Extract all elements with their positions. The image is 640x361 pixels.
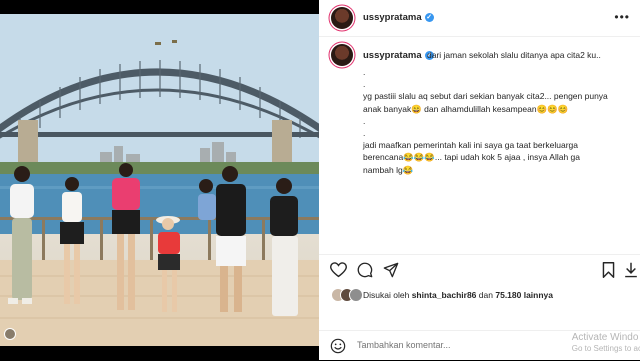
watermark-line-2: Go to Settings to ac [571,344,640,353]
comment-input[interactable] [357,340,557,350]
post-header: ussypratama ✓ ••• [319,0,640,37]
liker-avatar[interactable] [349,288,363,302]
post-photo[interactable] [0,14,319,346]
tag-icon[interactable] [4,328,16,340]
caption-line: nambah lg😂 [363,164,414,175]
comment-icon[interactable] [357,262,373,278]
share-icon[interactable] [383,262,399,278]
likes-middle: dan [478,290,493,300]
emoji-icon[interactable] [330,338,346,354]
instagram-post-view: ussypratama ✓ ••• ussypratama ✓ dari jaman… [0,0,640,360]
action-bar [319,254,640,285]
verified-badge-icon: ✓ [424,12,434,22]
caption-username[interactable]: ussypratama [363,50,422,61]
liker-avatars[interactable] [331,288,363,304]
caption-author[interactable]: ussypratama ✓ [363,50,434,61]
caption-line: berencana😂😂😂... tapi udah kok 5 ajaa , i… [363,152,580,163]
post-media-panel [0,0,319,360]
heart-icon[interactable] [330,262,347,278]
download-icon[interactable] [624,262,638,278]
liker-username[interactable]: shintа_bachir86 [412,290,477,300]
likes-summary: Disukai oleh shintа_bachir86 dan 75.180 … [331,288,631,302]
likes-count[interactable]: 75.180 lainnya [495,290,553,300]
watermark-line-1: Activate Windo [571,332,639,343]
windows-activation-watermark: Activate Windo Go to Settings to ac [572,332,640,354]
post-details-panel: ussypratama ✓ ••• ussypratama ✓ dari jaman… [319,0,640,360]
caption-line: . [363,67,366,77]
avatar[interactable] [331,7,353,29]
caption-line: yg pastiii slalu aq sebut dari sekian ba… [363,91,608,102]
caption-line: . [363,128,366,139]
photo-scene [0,14,319,346]
likes-prefix: Disukai oleh [363,290,410,300]
caption-first-line: dari jaman sekolah slalu ditanya apa cit… [427,50,601,60]
caption-line: anak banyak😄 dan alhamdulillah kesampean… [363,103,569,114]
more-icon[interactable]: ••• [614,10,630,24]
caption-line: . [363,79,366,90]
bookmark-icon[interactable] [602,262,615,278]
caption-body: . . yg pastiii slalu aq sebut dari sekia… [363,66,633,176]
caption-avatar[interactable] [331,44,353,66]
likes-text: Disukai oleh shintа_bachir86 dan 75.180 … [363,290,553,300]
post-author[interactable]: ussypratama ✓ [363,12,434,23]
caption-line: jadi maafkan pemerintah kali ini saya ga… [363,140,578,151]
username[interactable]: ussypratama [363,12,422,23]
caption-line: . [363,115,366,126]
